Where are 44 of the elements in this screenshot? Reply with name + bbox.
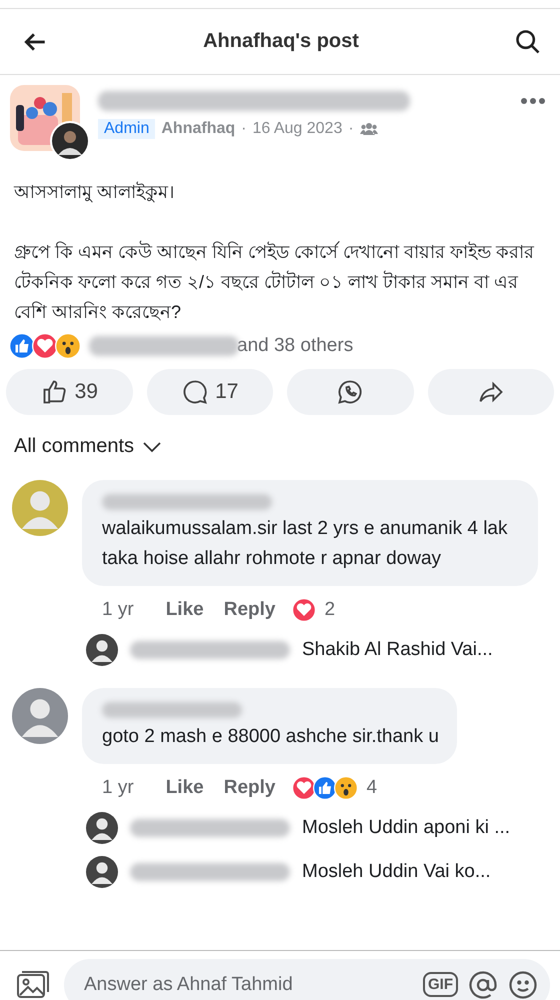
comment-button[interactable]: 17	[146, 369, 273, 415]
avatar-icon	[50, 121, 90, 161]
whatsapp-icon	[336, 378, 364, 406]
more-button[interactable]	[520, 97, 546, 105]
reply-preview[interactable]: Mosleh Uddin aponi ki ...	[302, 817, 510, 839]
separator: ·	[348, 120, 354, 138]
reaction-summary[interactable]: and 38 others	[237, 335, 354, 357]
reply-preview[interactable]: Shakib Al Rashid Vai...	[302, 639, 493, 661]
avatar-icon	[12, 688, 68, 744]
avatar-icon	[86, 856, 118, 888]
avatar-icon	[86, 812, 118, 844]
share-button[interactable]	[428, 369, 554, 415]
comments-filter-dropdown[interactable]: All comments	[14, 435, 162, 458]
author-name[interactable]: Ahnafhaq	[161, 120, 236, 138]
like-link[interactable]: Like	[166, 599, 204, 621]
like-button[interactable]: 39	[6, 369, 132, 415]
emoji-icon[interactable]	[508, 970, 538, 1000]
comment-input-field[interactable]: Answer as Ahnaf Tahmid GIF	[64, 958, 550, 1000]
comment-text: walaikumussalam.sir last 2 yrs e anumanik 4 lak taka hoise allahr rohmote r apnar doway	[102, 517, 508, 571]
chevron-down-icon	[142, 440, 162, 452]
admin-badge: Admin	[98, 119, 156, 139]
reaction-count: 2	[324, 599, 336, 621]
post-date: 16 Aug 2023	[252, 120, 342, 138]
page-title: Ahnafhaq's post	[203, 30, 359, 53]
gif-button[interactable]: GIF	[423, 972, 458, 997]
post-greeting: আসসালামু আলাইকুম।	[14, 180, 176, 204]
photo-button[interactable]	[16, 970, 50, 1000]
like-link[interactable]: Like	[166, 777, 204, 799]
reply-link[interactable]: Reply	[224, 599, 276, 621]
comment-time: 1 yr	[102, 599, 134, 621]
reply-link[interactable]: Reply	[224, 777, 276, 799]
separator: ·	[241, 120, 246, 138]
group-icon	[360, 122, 378, 136]
mention-icon[interactable]	[468, 970, 498, 1000]
comment-time: 1 yr	[102, 777, 134, 799]
comment-text: goto 2 mash e 88000 ashche sir.thank u	[102, 725, 439, 749]
search-button[interactable]	[514, 28, 542, 56]
avatar-icon	[12, 480, 68, 536]
speech-bubble-icon	[181, 378, 210, 406]
whatsapp-button[interactable]	[287, 369, 414, 415]
post-text: গ্রুপে কি এমন কেউ আছেন যিনি পেইড কোর্সে দেখানো বায়ার ফাইন্ড করার টেকনিক ফলো করে গত ২/১ বছরে টোটাল ০১ লাখ টাকার সমান বা এর বেশি আরনিং করেছেন?	[14, 240, 536, 324]
reaction-count: 4	[366, 777, 378, 799]
avatar-icon	[86, 634, 118, 666]
reply-preview[interactable]: Mosleh Uddin Vai ko...	[302, 861, 491, 883]
